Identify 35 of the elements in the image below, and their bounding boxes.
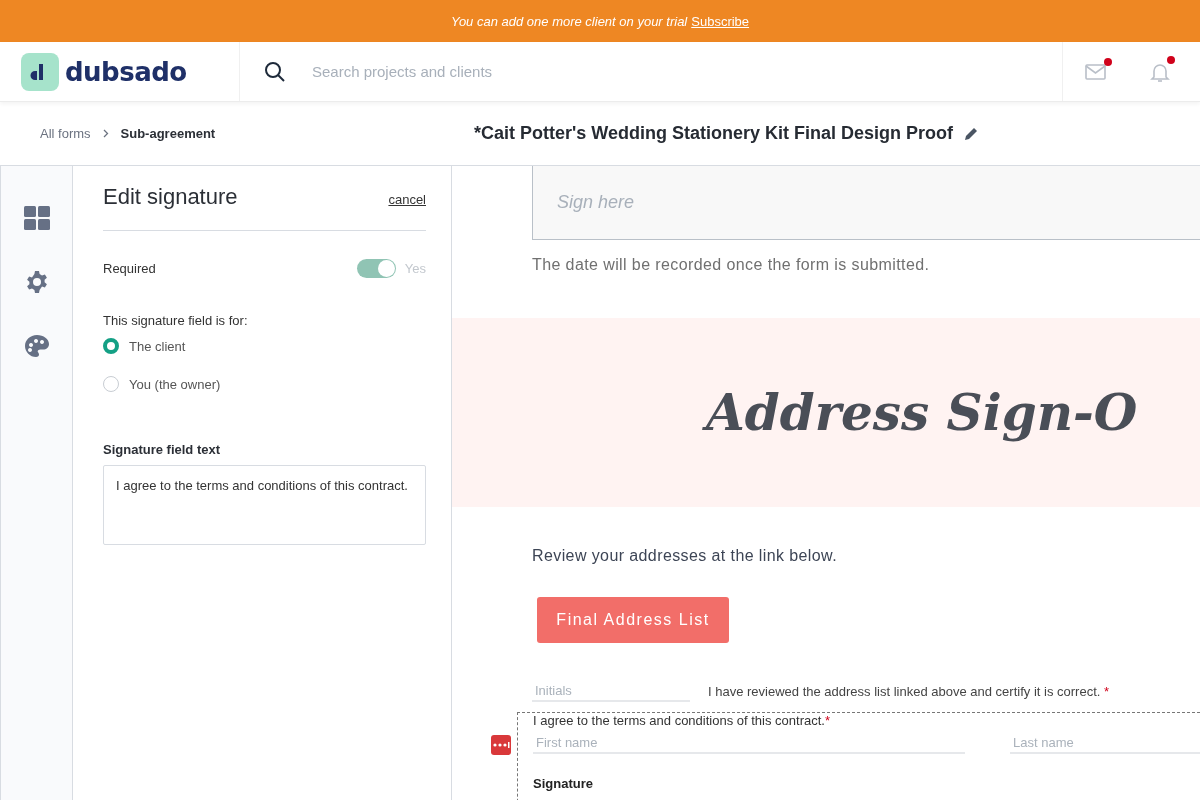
cancel-link[interactable]: cancel (388, 192, 426, 207)
field-text-label: Signature field text (103, 442, 222, 457)
chevron-icon (102, 129, 109, 138)
radio-button[interactable] (103, 338, 119, 354)
logo-icon (21, 52, 59, 91)
layout-icon[interactable] (23, 206, 50, 230)
breadcrumb-item[interactable]: Sub-agreement (120, 126, 216, 141)
breadcrumb-item[interactable]: All forms (40, 126, 91, 141)
first-name-field[interactable]: First name (533, 733, 965, 754)
pencil-icon[interactable] (963, 125, 979, 142)
date-note: The date will be recorded once the form is submitted. (532, 256, 931, 274)
sign-placeholder: Sign here (557, 192, 635, 213)
review-text: Review your addresses at the link below. (532, 547, 839, 565)
agreement-text: I agree to the terms and conditions of this contract.* (533, 713, 831, 728)
form-heading: Address Sign-O (702, 380, 1148, 445)
toggle-state: Yes (404, 261, 426, 276)
palette-icon[interactable] (23, 334, 50, 358)
trial-message: You can add one more client on your trial (450, 13, 688, 29)
signature-text-field[interactable]: I agree to the terms and conditions of this contract. (103, 465, 426, 545)
signature-label: Signature (533, 776, 594, 791)
initials-field[interactable]: Initials (532, 681, 690, 702)
radio-label[interactable]: You (the owner) (129, 376, 221, 392)
radio-label[interactable]: The client (129, 338, 186, 354)
mail-icon[interactable] (1084, 62, 1107, 81)
required-toggle[interactable] (356, 259, 396, 278)
certify-statement: I have reviewed the address list linked above and certify it is correct. * (708, 684, 1110, 699)
last-name-field[interactable]: Last name (1010, 733, 1200, 754)
panel-title: Edit signature (103, 184, 238, 210)
form-title: *Cait Potter's Wedding Stationery Kit Final Design Proof (474, 123, 953, 144)
settings-icon[interactable] (24, 270, 49, 294)
required-label: Required (103, 261, 156, 276)
signer-label: This signature field is for: (103, 313, 249, 328)
search-icon[interactable] (264, 60, 286, 83)
more-icon[interactable] (491, 735, 511, 755)
logo-text: dubsado (65, 56, 187, 87)
